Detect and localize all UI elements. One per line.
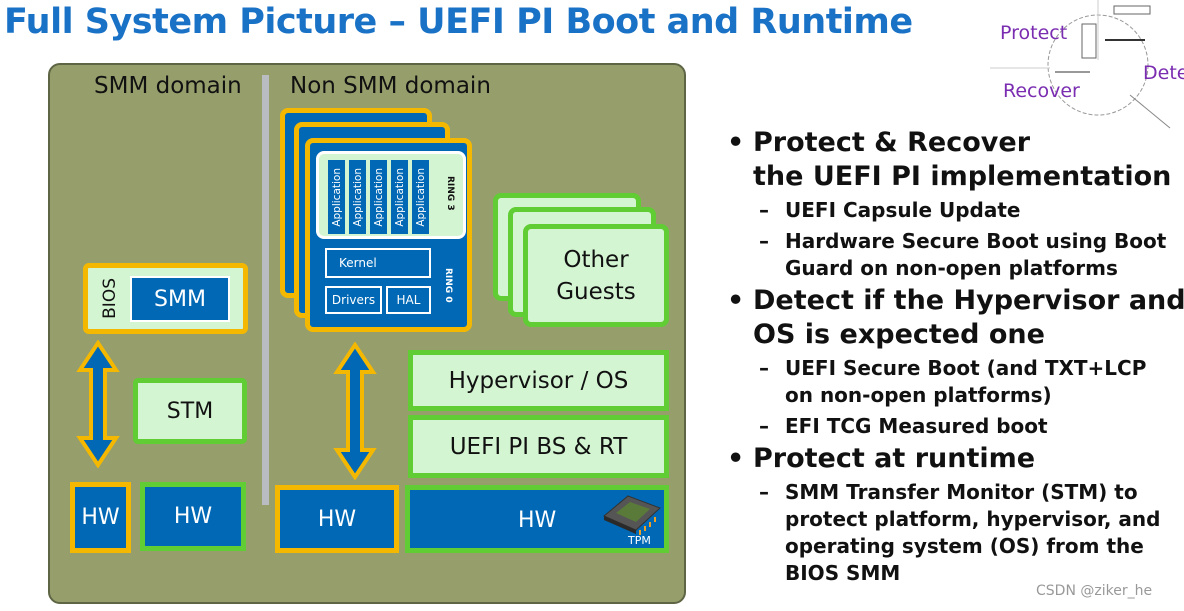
protect-detect-recover-graphic: Protect Dete Recover: [990, 0, 1184, 130]
bullet-item: • Detect if the Hypervisor and OS is exp…: [727, 284, 1184, 440]
application-box: Application: [349, 160, 366, 234]
recover-label: Recover: [1003, 80, 1080, 102]
bullet-text: Protect at runtime: [753, 443, 1036, 474]
sub-bullet: protect platform, hypervisor, and: [785, 507, 1161, 531]
tpm-label: TPM: [628, 534, 651, 547]
protect-label: Protect: [1000, 22, 1068, 44]
hal-box: HAL: [386, 286, 431, 314]
tpm-chip-icon: [603, 495, 661, 535]
stm-box: STM: [133, 378, 247, 444]
sub-bullet: operating system (OS) from the: [785, 534, 1144, 558]
uefi-pi-box: UEFI PI BS & RT: [408, 415, 669, 478]
hw-label: HW: [518, 508, 557, 533]
other-guests-box: Other Guests: [523, 224, 669, 327]
application-box: Application: [391, 160, 408, 234]
os-card-front: Application Application Application Appl…: [305, 138, 472, 332]
kernel-box: Kernel: [325, 248, 431, 278]
ring3-label: RING 3: [445, 176, 455, 211]
ring3-area: Application Application Application Appl…: [316, 151, 466, 239]
sub-bullet: Hardware Secure Boot using Boot: [785, 229, 1167, 253]
sub-bullet: on non-open platforms): [785, 383, 1052, 407]
application-label: Application: [372, 167, 385, 227]
application-label: Application: [414, 167, 427, 227]
sub-bullet: UEFI Capsule Update: [785, 198, 1021, 222]
drivers-box: Drivers: [325, 286, 382, 314]
watermark: CSDN @ziker_he: [1036, 583, 1153, 599]
application-label: Application: [330, 167, 343, 227]
dash-icon: –: [759, 356, 769, 380]
double-arrow-icon: [76, 340, 120, 468]
application-box: Application: [328, 160, 345, 234]
dash-icon: –: [759, 414, 769, 438]
hw-box-smm: HW: [70, 482, 131, 553]
bullet-item: • Protect at runtime – SMM Transfer Monit…: [727, 442, 1184, 587]
hypervisor-os-box: Hypervisor / OS: [408, 350, 669, 411]
hw-box-os: HW: [275, 485, 399, 553]
bullet-text: Protect & Recover: [753, 127, 1031, 158]
smm-box: SMM: [130, 276, 230, 322]
application-box: Application: [412, 160, 429, 234]
hw-box-stm: HW: [140, 482, 246, 551]
application-label: Application: [351, 167, 364, 227]
application-label: Application: [393, 167, 406, 227]
sub-bullet: SMM Transfer Monitor (STM) to: [785, 480, 1138, 504]
non-smm-domain-label: Non SMM domain: [290, 73, 491, 99]
smm-domain-label: SMM domain: [94, 73, 242, 99]
bullet-list: • Protect & Recover the UEFI PI implemen…: [727, 126, 1184, 587]
bullet-text: Detect if the Hypervisor and: [753, 285, 1184, 316]
dash-icon: –: [759, 198, 769, 222]
bios-box: BIOS SMM: [83, 263, 248, 334]
bullet-text: OS is expected one: [753, 319, 1045, 350]
ring0-label: RING 0: [443, 268, 453, 303]
bullet-dot-icon: •: [727, 443, 745, 474]
sub-bullet: UEFI Secure Boot (and TXT+LCP: [785, 356, 1147, 380]
double-arrow-icon: [333, 342, 377, 480]
bullet-text: the UEFI PI implementation: [753, 161, 1172, 192]
slide-title: Full System Picture – UEFI PI Boot and R…: [4, 2, 913, 42]
domain-divider: [262, 75, 269, 505]
application-box: Application: [370, 160, 387, 234]
sub-bullet: Guard on non-open platforms: [785, 256, 1118, 280]
detect-label: Dete: [1143, 62, 1184, 84]
dash-icon: –: [759, 480, 769, 504]
bullet-dot-icon: •: [727, 127, 745, 158]
bullet-item: • Protect & Recover the UEFI PI implemen…: [727, 126, 1184, 282]
hw-box-platform: HW TPM: [405, 485, 669, 553]
dash-icon: –: [759, 229, 769, 253]
bios-label: BIOS: [100, 278, 120, 319]
bullet-dot-icon: •: [727, 285, 745, 316]
sub-bullet: EFI TCG Measured boot: [785, 414, 1048, 438]
